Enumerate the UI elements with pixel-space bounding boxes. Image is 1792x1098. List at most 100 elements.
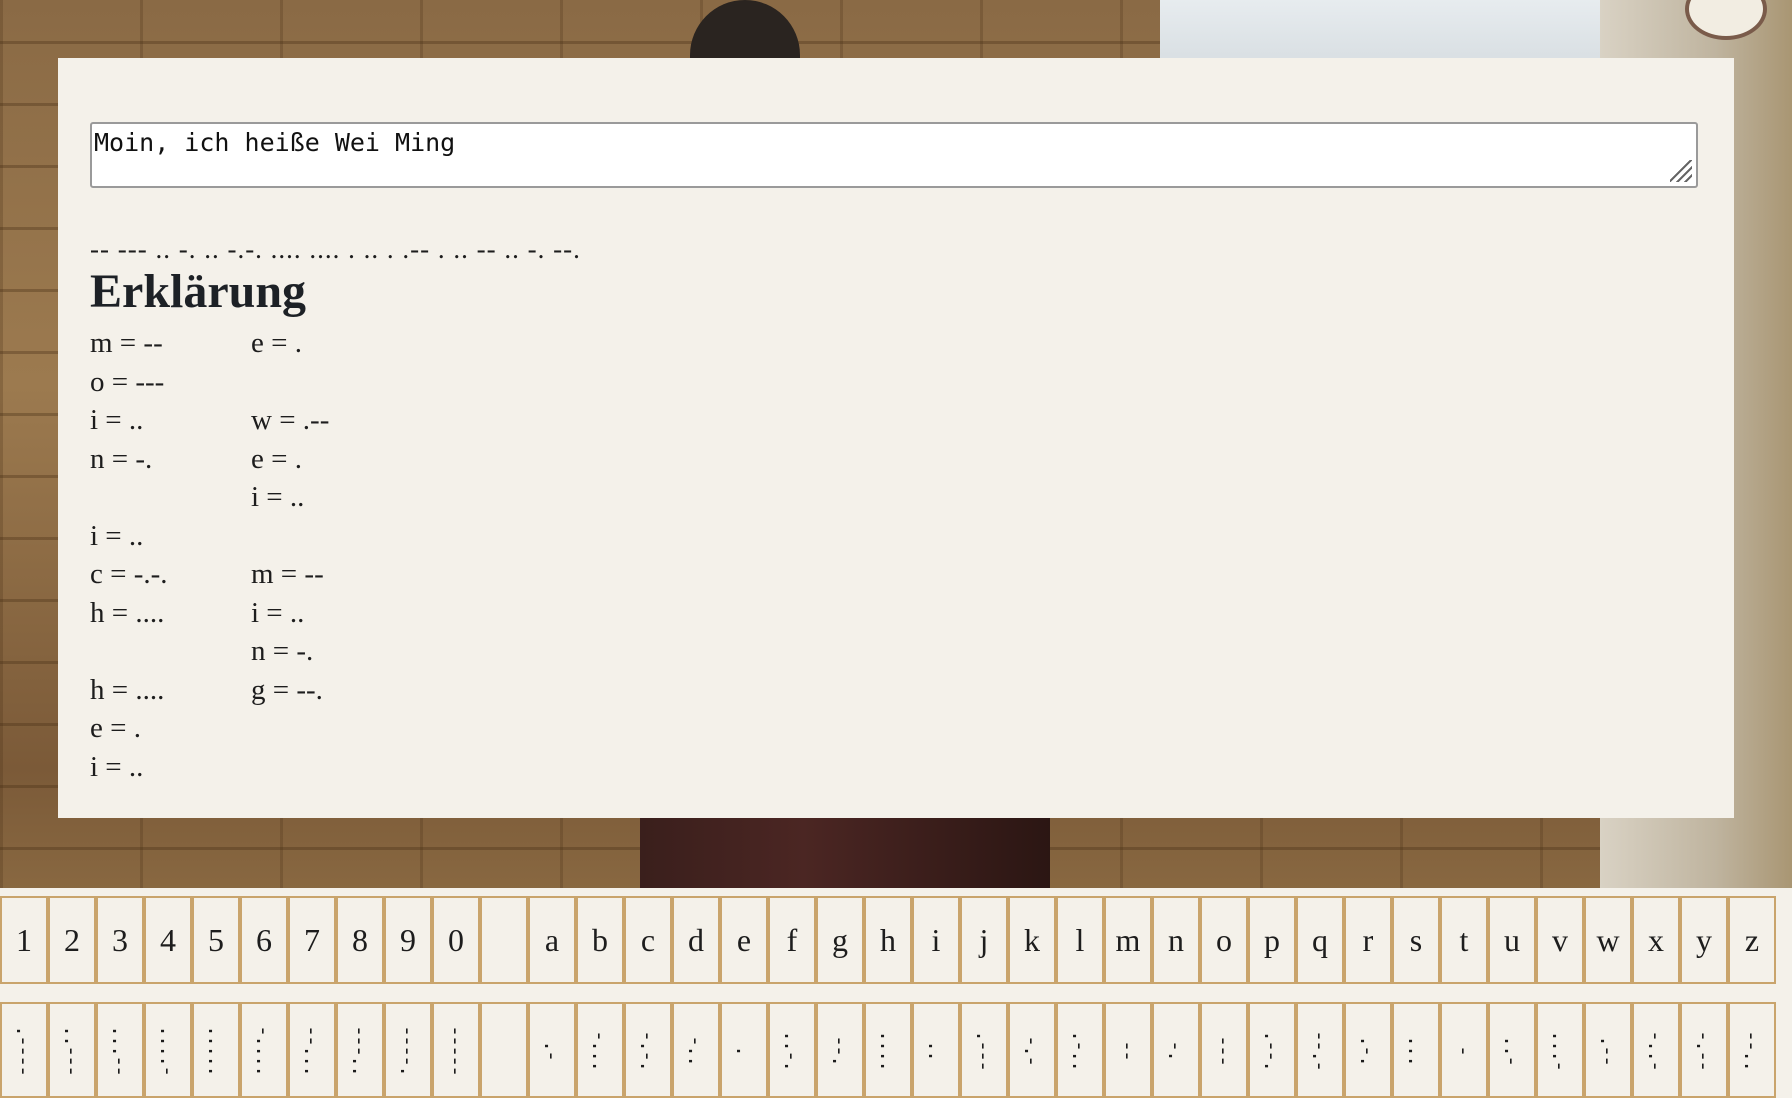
morse-glyph: -- bbox=[1116, 1039, 1140, 1061]
morse-key-s[interactable]: ... bbox=[1392, 1002, 1440, 1098]
morse-keyboard-row: .---- ..--- ...-- ....-..... -.... --... ---..… bbox=[0, 994, 1792, 1098]
morse-key-f[interactable]: ..-. bbox=[768, 1002, 816, 1098]
morse-key-l[interactable]: .-.. bbox=[1056, 1002, 1104, 1098]
key-0[interactable]: 0 bbox=[432, 896, 480, 984]
morse-key-u[interactable]: ..- bbox=[1488, 1002, 1536, 1098]
key-2[interactable]: 2 bbox=[48, 896, 96, 984]
morse-key-7[interactable]: --... bbox=[288, 1002, 336, 1098]
morse-key-space[interactable] bbox=[480, 1002, 528, 1098]
key-u[interactable]: u bbox=[1488, 896, 1536, 984]
text-input[interactable]: Moin, ich heiße Wei Ming bbox=[90, 122, 1698, 188]
morse-key-n[interactable]: -. bbox=[1152, 1002, 1200, 1098]
morse-key-6[interactable]: -.... bbox=[240, 1002, 288, 1098]
key-x[interactable]: x bbox=[1632, 896, 1680, 984]
key-m[interactable]: m bbox=[1104, 896, 1152, 984]
morse-key-v[interactable]: ...- bbox=[1536, 1002, 1584, 1098]
key-a[interactable]: a bbox=[528, 896, 576, 984]
morse-glyph: .-.. bbox=[1068, 1029, 1092, 1071]
morse-key-k[interactable]: -.- bbox=[1008, 1002, 1056, 1098]
key-j[interactable]: j bbox=[960, 896, 1008, 984]
morse-glyph: ..- bbox=[1500, 1034, 1524, 1066]
key-w[interactable]: w bbox=[1584, 896, 1632, 984]
morse-key-4[interactable]: ....- bbox=[144, 1002, 192, 1098]
morse-key-b[interactable]: -... bbox=[576, 1002, 624, 1098]
key-b[interactable]: b bbox=[576, 896, 624, 984]
morse-key-1[interactable]: .---- bbox=[0, 1002, 48, 1098]
morse-glyph: ----- bbox=[444, 1024, 468, 1076]
morse-key-o[interactable]: --- bbox=[1200, 1002, 1248, 1098]
morse-key-w[interactable]: .-- bbox=[1584, 1002, 1632, 1098]
morse-key-d[interactable]: -.. bbox=[672, 1002, 720, 1098]
key-h[interactable]: h bbox=[864, 896, 912, 984]
key-p[interactable]: p bbox=[1248, 896, 1296, 984]
morse-output: -- --- .. -. .. -.-. .... .... . .. . .-… bbox=[90, 234, 581, 264]
legend-entry: e = . bbox=[251, 442, 302, 475]
morse-glyph: .-- bbox=[1596, 1034, 1620, 1066]
morse-key-2[interactable]: ..--- bbox=[48, 1002, 96, 1098]
morse-key-g[interactable]: --. bbox=[816, 1002, 864, 1098]
morse-glyph: -.- bbox=[1020, 1034, 1044, 1066]
key-o[interactable]: o bbox=[1200, 896, 1248, 984]
morse-key-y[interactable]: -.-- bbox=[1680, 1002, 1728, 1098]
key-5[interactable]: 5 bbox=[192, 896, 240, 984]
morse-key-0[interactable]: ----- bbox=[432, 1002, 480, 1098]
key-y[interactable]: y bbox=[1680, 896, 1728, 984]
legend-entry: i = .. bbox=[90, 750, 144, 783]
key-v[interactable]: v bbox=[1536, 896, 1584, 984]
morse-glyph: --... bbox=[300, 1024, 324, 1076]
key-g[interactable]: g bbox=[816, 896, 864, 984]
morse-key-i[interactable]: .. bbox=[912, 1002, 960, 1098]
key-7[interactable]: 7 bbox=[288, 896, 336, 984]
legend-entry: e = . bbox=[251, 327, 302, 359]
key-d[interactable]: d bbox=[672, 896, 720, 984]
key-r[interactable]: r bbox=[1344, 896, 1392, 984]
morse-glyph: .... bbox=[876, 1029, 900, 1071]
morse-glyph: ...-- bbox=[108, 1024, 132, 1076]
morse-key-a[interactable]: .- bbox=[528, 1002, 576, 1098]
key-8[interactable]: 8 bbox=[336, 896, 384, 984]
morse-glyph: ..... bbox=[204, 1024, 228, 1076]
morse-key-3[interactable]: ...-- bbox=[96, 1002, 144, 1098]
morse-key-8[interactable]: ---.. bbox=[336, 1002, 384, 1098]
key-i[interactable]: i bbox=[912, 896, 960, 984]
morse-key-r[interactable]: .-. bbox=[1344, 1002, 1392, 1098]
morse-key-z[interactable]: --.. bbox=[1728, 1002, 1776, 1098]
key-6[interactable]: 6 bbox=[240, 896, 288, 984]
morse-key-j[interactable]: .--- bbox=[960, 1002, 1008, 1098]
key-t[interactable]: t bbox=[1440, 896, 1488, 984]
key-e[interactable]: e bbox=[720, 896, 768, 984]
morse-key-q[interactable]: --.- bbox=[1296, 1002, 1344, 1098]
key-space[interactable] bbox=[480, 896, 528, 984]
morse-glyph: -.. bbox=[684, 1034, 708, 1066]
legend-entry: i = .. bbox=[90, 404, 144, 436]
morse-glyph: .. bbox=[924, 1039, 948, 1061]
key-n[interactable]: n bbox=[1152, 896, 1200, 984]
key-l[interactable]: l bbox=[1056, 896, 1104, 984]
morse-key-5[interactable]: ..... bbox=[192, 1002, 240, 1098]
legend-entry: o = --- bbox=[90, 365, 165, 398]
resize-grip-icon[interactable] bbox=[1670, 160, 1692, 182]
legend-entry: m = -- bbox=[90, 327, 163, 359]
key-9[interactable]: 9 bbox=[384, 896, 432, 984]
key-q[interactable]: q bbox=[1296, 896, 1344, 984]
key-k[interactable]: k bbox=[1008, 896, 1056, 984]
key-z[interactable]: z bbox=[1728, 896, 1776, 984]
morse-glyph: --- bbox=[1212, 1034, 1236, 1066]
key-3[interactable]: 3 bbox=[96, 896, 144, 984]
morse-key-e[interactable]: . bbox=[720, 1002, 768, 1098]
morse-key-c[interactable]: -.-. bbox=[624, 1002, 672, 1098]
key-c[interactable]: c bbox=[624, 896, 672, 984]
key-4[interactable]: 4 bbox=[144, 896, 192, 984]
morse-glyph: .-. bbox=[1356, 1034, 1380, 1066]
key-s[interactable]: s bbox=[1392, 896, 1440, 984]
morse-glyph: ..-. bbox=[780, 1029, 804, 1071]
key-1[interactable]: 1 bbox=[0, 896, 48, 984]
morse-key-p[interactable]: .--. bbox=[1248, 1002, 1296, 1098]
morse-key-9[interactable]: ----. bbox=[384, 1002, 432, 1098]
morse-key-m[interactable]: -- bbox=[1104, 1002, 1152, 1098]
morse-key-t[interactable]: - bbox=[1440, 1002, 1488, 1098]
morse-key-h[interactable]: .... bbox=[864, 1002, 912, 1098]
morse-key-x[interactable]: -..- bbox=[1632, 1002, 1680, 1098]
key-f[interactable]: f bbox=[768, 896, 816, 984]
legend-entry: e = . bbox=[90, 712, 141, 744]
